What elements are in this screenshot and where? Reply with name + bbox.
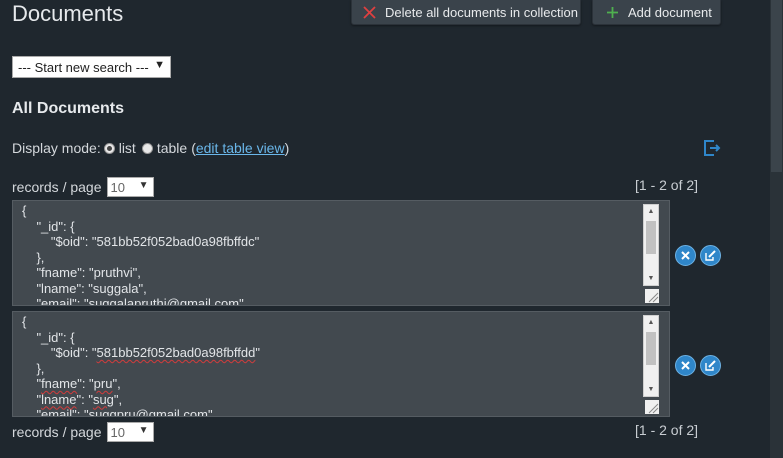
dropdown-arrow-icon: ▼ xyxy=(154,59,165,71)
doc-line: { xyxy=(22,203,27,218)
doc-line: "fname": "pru", xyxy=(22,376,121,391)
add-document-label: Add document xyxy=(628,4,712,20)
textarea-scrollbar[interactable]: ▲ ▼ xyxy=(643,204,659,286)
per-page-select[interactable]: 10 ▼ xyxy=(106,177,154,197)
section-title: All Documents xyxy=(12,100,125,117)
doc-text: " xyxy=(22,376,42,391)
search-select-value: --- Start new search --- xyxy=(18,59,149,75)
per-page-value: 10 xyxy=(110,424,125,440)
display-mode: Display mode: list table (edit table vie… xyxy=(12,140,289,156)
doc-line: "_id": { xyxy=(22,329,75,345)
doc-text: ": " xyxy=(77,376,94,391)
export-icon[interactable] xyxy=(702,139,722,157)
close-paren: ) xyxy=(284,140,290,156)
add-document-button[interactable]: Add document xyxy=(592,0,721,25)
spellcheck-text: pru xyxy=(93,376,113,391)
per-page-select[interactable]: 10 ▼ xyxy=(106,422,154,442)
edit-icon xyxy=(705,360,716,371)
display-mode-label: Display mode: xyxy=(12,140,101,156)
doc-line: "lname": "suggala", xyxy=(22,280,147,296)
table-label: table xyxy=(156,140,188,156)
page-title: Documents xyxy=(12,1,124,26)
page-scroll-thumb[interactable] xyxy=(771,0,782,172)
table-radio[interactable] xyxy=(141,142,153,154)
doc-text: ", xyxy=(113,391,123,407)
scroll-up-icon[interactable]: ▲ xyxy=(644,316,658,329)
doc-line: "email": "suggalapruthi@gmail.com" xyxy=(22,296,244,306)
search-select[interactable]: --- Start new search --- ▼ xyxy=(12,56,171,78)
delete-document-button[interactable] xyxy=(675,245,696,266)
list-label: list xyxy=(118,140,136,156)
doc-line: "$oid": "581bb52f052bad0a98fbffdd" xyxy=(22,345,260,360)
doc-text: " xyxy=(22,391,42,407)
scroll-thumb[interactable] xyxy=(646,221,656,254)
doc-text: ": " xyxy=(76,391,93,407)
spellcheck-text: 581bb52f052bad0a98fbffdd xyxy=(96,345,256,360)
doc-line: "email": "suggpru@gmail.com" xyxy=(22,407,213,417)
spellcheck-text: lname xyxy=(41,391,77,407)
edit-document-button[interactable] xyxy=(700,245,721,266)
resize-handle-icon[interactable] xyxy=(645,289,659,303)
textarea-scrollbar[interactable]: ▲ ▼ xyxy=(643,315,659,397)
records-per-page-top: records / page 10 ▼ xyxy=(12,177,154,197)
close-icon xyxy=(681,361,690,370)
scroll-down-icon[interactable]: ▼ xyxy=(644,383,658,396)
page-scrollbar[interactable] xyxy=(770,0,783,458)
scroll-up-icon[interactable]: ▲ xyxy=(644,205,658,218)
document-textarea[interactable]: { "_id": { "$oid": "581bb52f052bad0a98fb… xyxy=(12,311,670,417)
records-range: [1 - 2 of 2] xyxy=(635,177,699,193)
edit-table-view-link[interactable]: edit table view xyxy=(196,140,285,156)
scroll-thumb[interactable] xyxy=(646,332,656,365)
doc-line: "_id": { xyxy=(22,218,75,234)
edit-icon xyxy=(705,250,716,261)
doc-line: }, xyxy=(22,360,45,376)
delete-document-button[interactable] xyxy=(675,355,696,376)
doc-line: "lname": "sug", xyxy=(22,392,122,407)
doc-text: " xyxy=(255,345,260,360)
doc-line: }, xyxy=(22,249,45,265)
records-per-page-bottom: records / page 10 ▼ xyxy=(12,422,154,442)
plus-icon xyxy=(604,4,620,20)
spellcheck-text: fname xyxy=(41,376,78,391)
doc-text: ", xyxy=(112,376,121,391)
doc-line: "fname": "pruthvi", xyxy=(22,265,141,280)
close-icon xyxy=(361,4,377,20)
doc-line: { xyxy=(22,314,27,329)
per-page-value: 10 xyxy=(110,179,125,195)
doc-text: "$oid": " xyxy=(22,345,97,360)
delete-all-documents-button[interactable]: Delete all documents in collection xyxy=(351,0,581,25)
list-radio[interactable] xyxy=(103,142,115,154)
document-textarea[interactable]: { "_id": { "$oid": "581bb52f052bad0a98fb… xyxy=(12,200,670,306)
dropdown-arrow-icon: ▼ xyxy=(138,425,149,436)
records-label: records / page xyxy=(12,424,102,440)
scroll-down-icon[interactable]: ▼ xyxy=(644,272,658,285)
doc-line: "$oid": "581bb52f052bad0a98fbffdc" xyxy=(22,234,260,249)
dropdown-arrow-icon: ▼ xyxy=(138,180,149,191)
records-range: [1 - 2 of 2] xyxy=(635,422,699,438)
edit-document-button[interactable] xyxy=(700,355,721,376)
delete-all-label: Delete all documents in collection xyxy=(385,4,578,20)
close-icon xyxy=(681,251,690,260)
spellcheck-text: sug xyxy=(92,391,114,407)
resize-handle-icon[interactable] xyxy=(645,400,659,414)
records-label: records / page xyxy=(12,179,102,195)
